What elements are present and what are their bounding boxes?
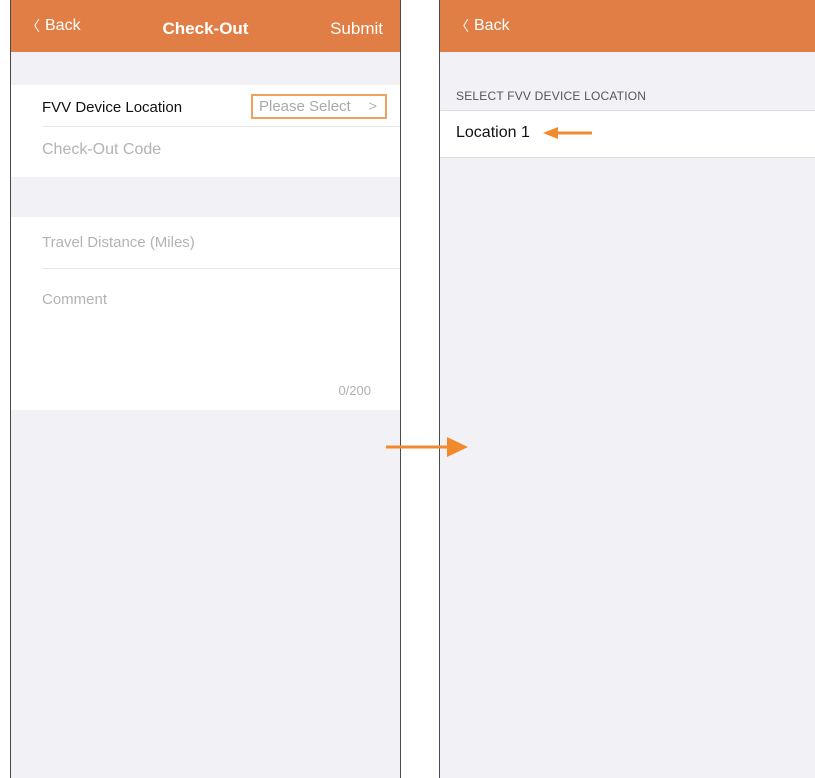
annotation-overlay (386, 127, 592, 457)
flow-arrow-icon (386, 437, 468, 457)
pointer-arrow-icon (543, 127, 592, 139)
